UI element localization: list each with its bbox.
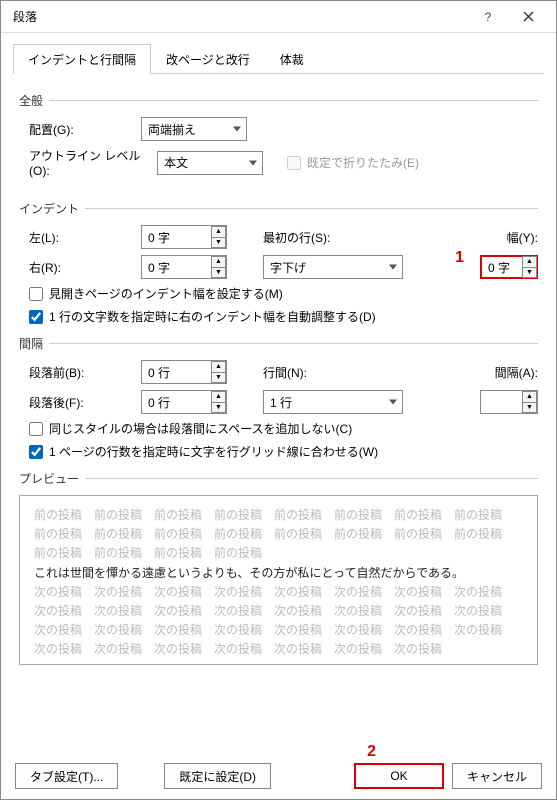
preview-box: 前の投稿 前の投稿 前の投稿 前の投稿 前の投稿 前の投稿 前の投稿 前の投稿 … bbox=[19, 495, 538, 665]
line-spacing-label: 行間(N): bbox=[263, 364, 343, 381]
indent-right-spinner[interactable]: ▲▼ bbox=[211, 256, 226, 278]
close-button[interactable] bbox=[508, 1, 548, 33]
mirror-indent-label: 見開きページのインデント幅を設定する(M) bbox=[49, 285, 283, 302]
width-label: 幅(Y): bbox=[507, 229, 538, 246]
general-header: 全般 bbox=[19, 92, 43, 109]
space-after-spinner[interactable]: ▲▼ bbox=[211, 391, 226, 413]
alignment-select[interactable] bbox=[141, 117, 247, 141]
ok-button[interactable]: OK bbox=[354, 763, 444, 789]
space-before-label: 段落前(B): bbox=[19, 364, 135, 381]
no-space-same-style-label: 同じスタイルの場合は段落間にスペースを追加しない(C) bbox=[49, 420, 352, 437]
no-space-same-style-checkbox[interactable] bbox=[29, 422, 43, 436]
cancel-button[interactable]: キャンセル bbox=[452, 763, 542, 789]
space-after-label: 段落後(F): bbox=[19, 394, 135, 411]
mirror-indent-checkbox[interactable] bbox=[29, 287, 43, 301]
indent-header: インデント bbox=[19, 200, 79, 217]
outline-label: アウトライン レベル(O): bbox=[19, 147, 151, 178]
preview-header: プレビュー bbox=[19, 470, 79, 487]
space-before-spinner[interactable]: ▲▼ bbox=[211, 361, 226, 383]
indent-left-spinner[interactable]: ▲▼ bbox=[211, 226, 226, 248]
auto-adjust-checkbox[interactable] bbox=[29, 310, 43, 324]
outline-select[interactable] bbox=[157, 151, 263, 175]
tab-page-breaks[interactable]: 改ページと改行 bbox=[151, 44, 265, 74]
preview-grey-after: 次の投稿 次の投稿 次の投稿 次の投稿 次の投稿 次の投稿 次の投稿 次の投稿 … bbox=[34, 583, 523, 660]
indent-left-label: 左(L): bbox=[19, 229, 135, 246]
at-label: 間隔(A): bbox=[495, 364, 538, 381]
at-spinner[interactable]: ▲▼ bbox=[522, 391, 537, 413]
collapse-checkbox[interactable] bbox=[287, 156, 301, 170]
snap-to-grid-checkbox[interactable] bbox=[29, 445, 43, 459]
preview-sample-text: これは世間を憚かる遠慮というよりも、その方が私にとって自然だからである。 bbox=[34, 564, 523, 583]
spacing-header: 間隔 bbox=[19, 335, 43, 352]
first-line-label: 最初の行(S): bbox=[263, 229, 343, 246]
dialog-title: 段落 bbox=[9, 8, 468, 25]
snap-to-grid-label: 1 ページの行数を指定時に文字を行グリッド線に合わせる(W) bbox=[49, 443, 378, 460]
set-default-button[interactable]: 既定に設定(D) bbox=[164, 763, 271, 789]
first-line-select[interactable] bbox=[263, 255, 403, 279]
line-spacing-select[interactable] bbox=[263, 390, 403, 414]
collapse-label: 既定で折りたたみ(E) bbox=[307, 154, 419, 171]
divider bbox=[49, 343, 538, 344]
tab-bar: インデントと行間隔 改ページと改行 体裁 bbox=[13, 43, 544, 74]
alignment-label: 配置(G): bbox=[19, 121, 135, 138]
indent-right-label: 右(R): bbox=[19, 259, 135, 276]
tabs-button[interactable]: タブ設定(T)... bbox=[15, 763, 118, 789]
tab-indent-spacing[interactable]: インデントと行間隔 bbox=[13, 44, 151, 74]
divider bbox=[85, 208, 538, 209]
help-button[interactable]: ? bbox=[468, 1, 508, 33]
tab-asian-typography[interactable]: 体裁 bbox=[265, 44, 319, 74]
auto-adjust-label: 1 行の文字数を指定時に右のインデント幅を自動調整する(D) bbox=[49, 308, 376, 325]
divider bbox=[49, 100, 538, 101]
preview-grey-before: 前の投稿 前の投稿 前の投稿 前の投稿 前の投稿 前の投稿 前の投稿 前の投稿 … bbox=[34, 506, 523, 564]
divider bbox=[85, 478, 538, 479]
indent-width-spinner[interactable]: ▲▼ bbox=[522, 256, 537, 278]
